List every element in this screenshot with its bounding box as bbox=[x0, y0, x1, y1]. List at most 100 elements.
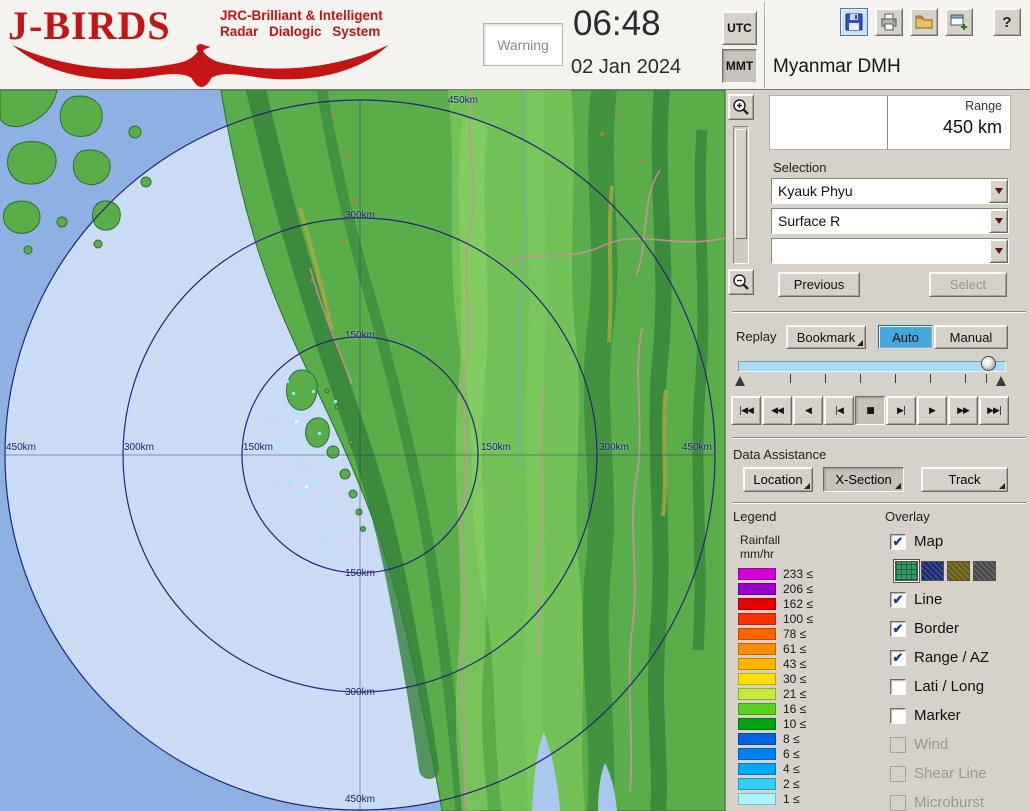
overlay-item-marker[interactable]: Marker bbox=[890, 701, 1028, 730]
playback-fast-forward-button[interactable]: ▶▶ bbox=[948, 396, 978, 425]
open-file-button[interactable] bbox=[910, 8, 938, 36]
overlay-item-label: Range / AZ bbox=[914, 649, 989, 666]
site-dropdown[interactable]: Kyauk Phyu bbox=[771, 178, 1009, 204]
checkbox-lati-long[interactable] bbox=[890, 679, 906, 695]
playback-play-button[interactable]: ▶ bbox=[917, 396, 947, 425]
legend-row: 6 ≤ bbox=[738, 746, 813, 761]
checkbox-range-az[interactable]: ✔ bbox=[890, 650, 906, 666]
overlay-item-border[interactable]: ✔ Border bbox=[890, 614, 1028, 643]
save-button[interactable] bbox=[840, 8, 868, 36]
map-style-swatch-2[interactable] bbox=[947, 561, 970, 581]
checkbox-line[interactable]: ✔ bbox=[890, 592, 906, 608]
overlay-item-label: Shear Line bbox=[914, 765, 987, 782]
question-mark-icon: ? bbox=[1002, 14, 1011, 31]
timeline-tick bbox=[790, 374, 791, 383]
zoom-slider-thumb[interactable] bbox=[735, 129, 747, 239]
legend-color-swatch bbox=[738, 673, 776, 685]
auto-replay-button[interactable]: Auto bbox=[878, 325, 933, 349]
header-divider bbox=[764, 2, 766, 88]
separator bbox=[732, 502, 1026, 504]
separator bbox=[732, 311, 1026, 313]
export-button[interactable] bbox=[945, 8, 973, 36]
data-assistance-location-button[interactable]: Location bbox=[743, 467, 813, 492]
select-button[interactable]: Select bbox=[929, 272, 1007, 297]
overlay-item-range-az[interactable]: ✔ Range / AZ bbox=[890, 643, 1028, 672]
checkbox-border[interactable]: ✔ bbox=[890, 621, 906, 637]
overlay-item-map[interactable]: ✔Map bbox=[890, 527, 1028, 556]
selection-section-label: Selection bbox=[773, 160, 826, 175]
legend-color-swatch bbox=[738, 688, 776, 700]
checkbox-map[interactable]: ✔ bbox=[890, 534, 906, 550]
data-assistance-track-button[interactable]: Track bbox=[921, 467, 1008, 492]
timeline-tick bbox=[825, 374, 826, 383]
timeline-tick bbox=[860, 374, 861, 383]
playback-play-backward-button[interactable]: ◀ bbox=[793, 396, 823, 425]
help-button[interactable]: ? bbox=[993, 8, 1021, 36]
timeline-tick bbox=[965, 374, 966, 383]
jbirds-logo: J-BIRDS JRC-Brilliant & Intelligent Rada… bbox=[8, 2, 403, 88]
manual-replay-button[interactable]: Manual bbox=[934, 325, 1008, 349]
overlay-item-shear-line[interactable]: Shear Line bbox=[890, 759, 1028, 788]
timeline-tick bbox=[895, 374, 896, 383]
replay-timeline-track[interactable] bbox=[738, 361, 1006, 372]
checkbox-shear-line[interactable] bbox=[890, 766, 906, 782]
playback-step-backward-button[interactable]: |◀ bbox=[824, 396, 854, 425]
replay-section-label: Replay bbox=[736, 329, 776, 344]
zoom-in-button[interactable] bbox=[728, 94, 754, 120]
utc-toggle-button[interactable]: UTC bbox=[722, 11, 757, 45]
overlay-item-lati-long[interactable]: Lati / Long bbox=[890, 672, 1028, 701]
bookmark-button[interactable]: Bookmark bbox=[786, 325, 866, 349]
legend-color-swatch bbox=[738, 703, 776, 715]
overlay-item-label: Marker bbox=[914, 707, 961, 724]
mmt-toggle-button[interactable]: MMT bbox=[722, 49, 757, 83]
radar-map-viewport[interactable]: 450km300km150km150km300km450km450km300km… bbox=[0, 90, 725, 811]
checkbox-microburst[interactable] bbox=[890, 795, 906, 811]
legend-row: 2 ≤ bbox=[738, 776, 813, 791]
overlay-item-wind[interactable]: Wind bbox=[890, 730, 1028, 759]
data-assistance-section-label: Data Assistance bbox=[733, 447, 826, 462]
previous-button[interactable]: Previous bbox=[778, 272, 860, 297]
chevron-down-icon[interactable] bbox=[989, 239, 1008, 263]
map-style-swatch-0[interactable] bbox=[895, 561, 918, 581]
range-display: Range 450 km bbox=[769, 95, 1011, 150]
extra-dropdown[interactable] bbox=[771, 238, 1009, 264]
timeline-tick-row bbox=[738, 374, 1006, 388]
legend-row: 233 ≤ bbox=[738, 566, 813, 581]
magnifier-plus-icon bbox=[732, 98, 750, 116]
overlay-item-label: Border bbox=[914, 620, 959, 637]
replay-timeline-thumb[interactable] bbox=[981, 356, 996, 371]
legend-value-label: 6 ≤ bbox=[783, 747, 800, 761]
legend-color-swatch bbox=[738, 778, 776, 790]
chevron-down-icon[interactable] bbox=[989, 179, 1008, 203]
terrain-map-graphic bbox=[0, 90, 725, 811]
legend-unit-line2: mm/hr bbox=[740, 547, 780, 561]
legend-color-swatch bbox=[738, 658, 776, 670]
legend-value-label: 4 ≤ bbox=[783, 762, 800, 776]
toolbar-spacer bbox=[980, 8, 986, 38]
playback-skip-to-end-button[interactable]: ▶▶| bbox=[979, 396, 1009, 425]
playback-stop-button[interactable]: ■ bbox=[855, 396, 885, 425]
legend-value-label: 100 ≤ bbox=[783, 612, 813, 626]
overlay-item-line[interactable]: ✔ Line bbox=[890, 585, 1028, 614]
checkbox-wind[interactable] bbox=[890, 737, 906, 753]
zoom-out-button[interactable] bbox=[728, 269, 754, 295]
legend-row: 100 ≤ bbox=[738, 611, 813, 626]
overlay-item-label: Microburst bbox=[914, 794, 984, 811]
print-button[interactable] bbox=[875, 8, 903, 36]
warning-indicator: Warning bbox=[483, 23, 563, 66]
overlay-item-label: Line bbox=[914, 591, 942, 608]
playback-fast-rewind-button[interactable]: ◀◀ bbox=[762, 396, 792, 425]
map-style-swatch-1[interactable] bbox=[921, 561, 944, 581]
overlay-item-microburst[interactable]: Microburst bbox=[890, 788, 1028, 811]
playback-skip-to-start-button[interactable]: |◀◀ bbox=[731, 396, 761, 425]
zoom-slider-track[interactable] bbox=[733, 126, 749, 264]
chevron-down-icon[interactable] bbox=[989, 209, 1008, 233]
checkbox-marker[interactable] bbox=[890, 708, 906, 724]
range-right-cell: Range 450 km bbox=[888, 96, 1010, 149]
data-assistance-x-section-button[interactable]: X-Section bbox=[823, 467, 904, 492]
map-style-swatch-3[interactable] bbox=[973, 561, 996, 581]
logo-tagline-2: Radar Dialogic System bbox=[220, 24, 383, 40]
product-dropdown[interactable]: Surface R bbox=[771, 208, 1009, 234]
playback-step-forward-button[interactable]: ▶| bbox=[886, 396, 916, 425]
legend-row: 61 ≤ bbox=[738, 641, 813, 656]
